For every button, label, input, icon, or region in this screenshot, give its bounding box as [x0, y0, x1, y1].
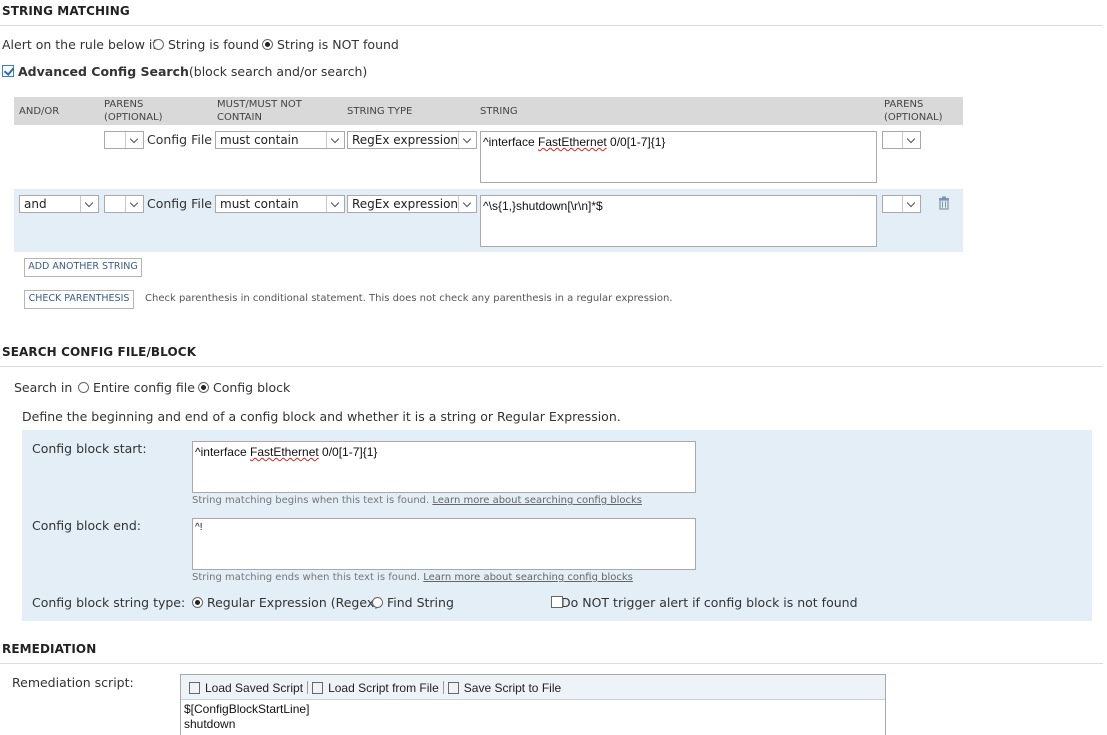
document-icon: [189, 682, 200, 694]
chevron-down-icon[interactable]: [80, 196, 98, 212]
chevron-down-icon[interactable]: [902, 196, 920, 212]
must-contain-select[interactable]: must contain: [215, 195, 345, 213]
config-block-start-label: Config block start:: [32, 441, 147, 456]
header-string: STRING: [480, 106, 518, 117]
checkbox-checked-icon[interactable]: [2, 65, 14, 77]
config-block-end-hint: String matching ends when this text is f…: [192, 572, 633, 583]
divider: [0, 366, 1103, 367]
header-string-type: STRING TYPE: [347, 106, 413, 117]
paren-open-select[interactable]: [104, 195, 144, 213]
save-script-to-file-button[interactable]: Save Script to File: [447, 681, 561, 695]
no-trigger-checkbox[interactable]: Do NOT trigger alert if config block is …: [551, 595, 858, 610]
string-type-select[interactable]: RegEx expression: [347, 195, 477, 213]
advanced-config-search-label: Advanced Config Search: [17, 64, 189, 79]
chevron-down-icon[interactable]: [902, 132, 920, 148]
header-parens-close: PARENS (OPTIONAL): [884, 99, 943, 123]
chevron-down-icon[interactable]: [326, 132, 344, 148]
script-text[interactable]: $[ConfigBlockStartLine] shutdown: [181, 700, 885, 734]
paren-close-select[interactable]: [882, 131, 921, 149]
chevron-down-icon[interactable]: [125, 132, 143, 148]
trash-icon[interactable]: [938, 195, 950, 210]
check-parenthesis-button[interactable]: CHECK PARENTHESIS: [24, 290, 134, 309]
checkbox-icon[interactable]: [551, 596, 563, 608]
config-block-end-input[interactable]: ^!: [192, 518, 696, 570]
open-file-icon: [312, 682, 324, 694]
paren-open-select[interactable]: [104, 131, 144, 149]
string-input[interactable]: ^\s{1,}shutdown[\r\n]*$: [480, 195, 877, 247]
alert-label: Alert on the rule below if: [2, 37, 157, 52]
string-input[interactable]: ^interface FastEthernet 0/0[1-7]{1}: [480, 131, 877, 183]
chevron-down-icon[interactable]: [326, 196, 344, 212]
advanced-config-search-suffix: (block search and/or search): [188, 64, 368, 79]
advanced-config-search-checkbox[interactable]: Advanced Config Search(block search and/…: [2, 64, 367, 79]
source-label: Config File: [147, 196, 212, 211]
radio-selected-icon[interactable]: [198, 382, 209, 393]
learn-more-link[interactable]: Learn more about searching config blocks: [432, 495, 642, 506]
save-icon: [447, 682, 459, 694]
config-block-type-label: Config block string type:: [32, 595, 186, 610]
script-toolbar: Load Saved Script Load Script from File Sa…: [181, 675, 885, 700]
paren-close-select[interactable]: [882, 195, 921, 213]
radio-icon[interactable]: [153, 39, 164, 50]
remediation-script-label: Remediation script:: [12, 675, 134, 690]
header-and-or: AND/OR: [19, 106, 60, 117]
and-or-select[interactable]: and: [19, 195, 99, 213]
string-type-select[interactable]: RegEx expression: [347, 131, 477, 149]
config-block-end-label: Config block end:: [32, 518, 141, 533]
toolbar-separator: [307, 681, 309, 694]
header-must-contain: MUST/MUST NOT CONTAIN: [217, 99, 302, 123]
divider: [0, 25, 1103, 26]
radio-config-block[interactable]: Config block: [198, 380, 290, 395]
script-line: $[ConfigBlockStartLine]: [184, 702, 310, 716]
radio-string-found[interactable]: String is found: [153, 37, 259, 52]
search-config-title: SEARCH CONFIG FILE/BLOCK: [2, 345, 197, 359]
chevron-down-icon[interactable]: [458, 196, 476, 212]
search-in-label: Search in: [14, 380, 73, 395]
radio-string-not-found[interactable]: String is NOT found: [262, 37, 399, 52]
learn-more-link[interactable]: Learn more about searching config blocks: [423, 572, 633, 583]
header-parens-open: PARENS (OPTIONAL): [104, 99, 163, 123]
chevron-down-icon[interactable]: [458, 132, 476, 148]
add-another-string-button[interactable]: ADD ANOTHER STRING: [24, 258, 142, 277]
string-matching-title: STRING MATCHING: [2, 4, 130, 18]
radio-entire-config-file[interactable]: Entire config file: [78, 380, 195, 395]
remediation-title: REMEDIATION: [2, 642, 97, 656]
script-line: shutdown: [184, 717, 236, 731]
config-block-start-input[interactable]: ^interface FastEthernet 0/0[1-7]{1}: [192, 441, 696, 493]
radio-icon[interactable]: [78, 382, 89, 393]
chevron-down-icon[interactable]: [125, 196, 143, 212]
config-block-start-hint: String matching begins when this text is…: [192, 495, 642, 506]
radio-find-string[interactable]: Find String: [372, 595, 454, 610]
radio-icon[interactable]: [372, 597, 383, 608]
define-text: Define the beginning and end of a config…: [22, 409, 621, 424]
divider: [0, 663, 1103, 664]
load-saved-script-button[interactable]: Load Saved Script: [189, 681, 303, 695]
radio-selected-icon[interactable]: [262, 39, 273, 50]
check-parenthesis-note: Check parenthesis in conditional stateme…: [145, 293, 673, 304]
radio-regular-expression[interactable]: Regular Expression (Regex): [192, 595, 379, 610]
remediation-script-editor[interactable]: Load Saved Script Load Script from File Sa…: [180, 674, 886, 735]
must-contain-select[interactable]: must contain: [215, 131, 345, 149]
load-script-from-file-button[interactable]: Load Script from File: [312, 681, 439, 695]
radio-selected-icon[interactable]: [192, 597, 203, 608]
source-label: Config File: [147, 132, 212, 147]
toolbar-separator: [442, 681, 444, 694]
